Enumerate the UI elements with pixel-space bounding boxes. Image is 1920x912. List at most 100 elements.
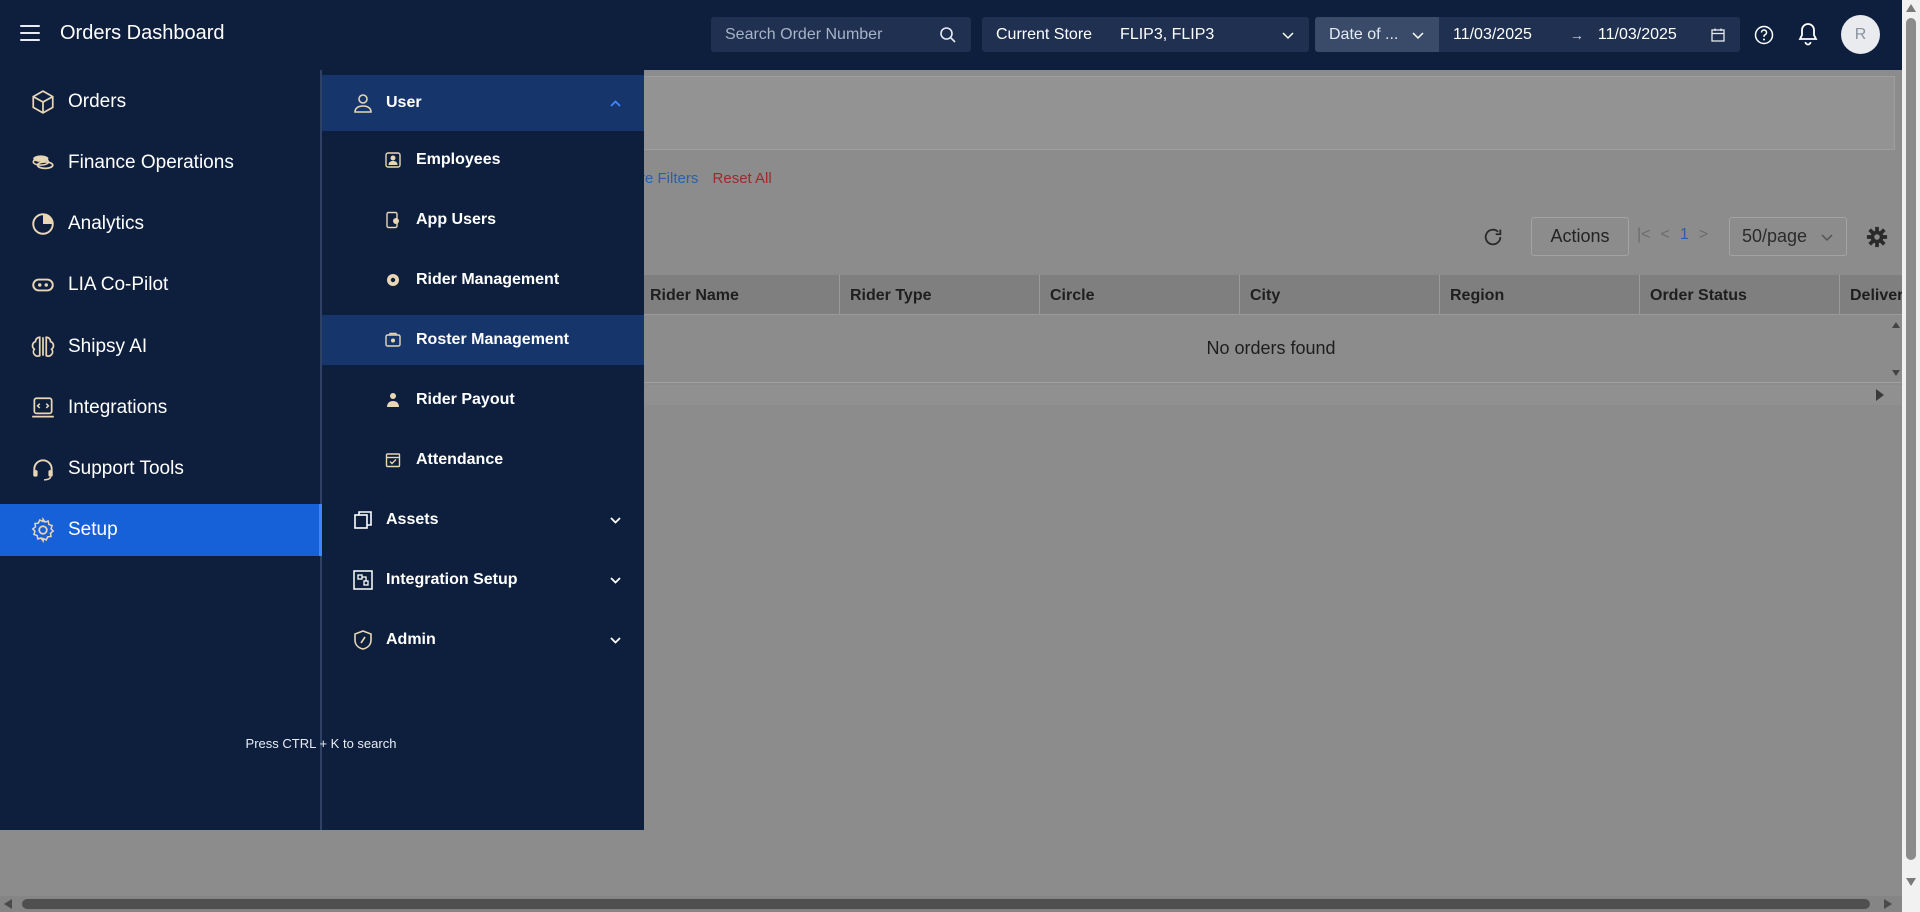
orders-table: Rider Name Rider Type Circle City Region… — [640, 275, 1902, 383]
sidebar: Orders Finance Operations Analytics LIA … — [0, 70, 322, 830]
table-scroll-up-icon[interactable] — [1892, 322, 1900, 328]
payout-icon — [387, 393, 399, 407]
submenu-group-user[interactable]: User — [322, 75, 644, 131]
submenu-group-label: Assets — [386, 511, 439, 528]
attendance-icon — [385, 453, 401, 468]
integration-icon — [32, 397, 54, 418]
date-to[interactable]: 11/03/2025 — [1598, 26, 1677, 44]
chevron-down-icon — [1821, 233, 1833, 241]
column-header[interactable]: Order Status — [1640, 275, 1840, 314]
app-users-icon — [386, 211, 399, 229]
submenu-item-rider-management[interactable]: Rider Management — [322, 255, 644, 305]
shield-icon — [354, 630, 372, 650]
store-select[interactable]: Current Store FLIP3, FLIP3 — [982, 17, 1309, 52]
submenu-group-label: Admin — [386, 631, 436, 648]
sidebar-item-setup[interactable]: Setup — [0, 504, 322, 556]
box-icon — [32, 90, 54, 114]
refresh-icon[interactable] — [1482, 226, 1504, 248]
chevron-down-icon — [610, 637, 621, 644]
prev-page-icon[interactable]: < — [1661, 226, 1670, 244]
sidebar-item-support-tools[interactable]: Support Tools — [0, 443, 320, 495]
submenu-item-rider-payout[interactable]: Rider Payout — [322, 375, 644, 425]
submenu-item-label: Rider Management — [416, 271, 560, 288]
sidebar-item-lia-copilot[interactable]: LIA Co-Pilot — [0, 259, 320, 311]
gear-icon — [31, 517, 55, 543]
scroll-up-icon[interactable] — [1906, 4, 1916, 12]
search-shortcut-hint: Press CTRL + K to search — [245, 736, 397, 751]
submenu-item-label: Roster Management — [416, 331, 569, 348]
search-input[interactable] — [725, 25, 930, 44]
table-scrollbar[interactable] — [640, 385, 1902, 405]
sidebar-item-shipsy-ai[interactable]: Shipsy AI — [0, 321, 320, 373]
submenu-item-attendance[interactable]: Attendance — [322, 435, 644, 485]
bell-icon[interactable] — [1796, 21, 1820, 47]
sidebar-item-label: Support Tools — [68, 458, 184, 479]
submenu-group-integration-setup[interactable]: Integration Setup — [322, 552, 644, 608]
submenu-item-app-users[interactable]: App Users — [322, 195, 644, 245]
column-header[interactable]: Rider Name — [640, 275, 840, 314]
scroll-right-icon[interactable] — [1876, 389, 1884, 401]
table-scroll-down-icon[interactable] — [1892, 370, 1900, 376]
date-type-select[interactable]: Date of ... — [1315, 17, 1439, 52]
column-header[interactable]: Deliver — [1840, 275, 1902, 314]
column-header[interactable]: Region — [1440, 275, 1640, 314]
employees-icon — [385, 152, 401, 168]
actions-button[interactable]: Actions — [1531, 217, 1629, 256]
scroll-left-icon[interactable] — [4, 899, 12, 909]
column-header[interactable]: City — [1240, 275, 1440, 314]
submenu-group-admin[interactable]: Admin — [322, 612, 644, 668]
column-header[interactable]: Rider Type — [840, 275, 1040, 314]
pie-chart-icon — [32, 213, 54, 235]
sidebar-item-orders[interactable]: Orders — [0, 76, 320, 128]
rider-icon — [387, 274, 399, 286]
sidebar-item-label: Shipsy AI — [68, 336, 148, 357]
top-header: Orders Dashboard Current Store FLIP3, FL… — [0, 0, 1902, 70]
help-icon[interactable] — [1754, 25, 1774, 45]
date-from[interactable]: 11/03/2025 — [1453, 26, 1532, 44]
submenu-item-roster-management[interactable]: Roster Management — [322, 315, 644, 365]
submenu-group-label: Integration Setup — [386, 571, 518, 588]
sidebar-item-label: Integrations — [68, 397, 168, 418]
column-header[interactable]: Circle — [1040, 275, 1240, 314]
sidebar-item-analytics[interactable]: Analytics — [0, 198, 320, 250]
store-label: Current Store — [996, 25, 1093, 43]
submenu-item-label: Employees — [416, 151, 501, 168]
calendar-icon[interactable] — [1710, 27, 1726, 43]
reset-all-link[interactable]: Reset All — [713, 170, 772, 187]
order-search[interactable] — [711, 17, 971, 52]
scroll-thumb[interactable] — [22, 899, 1870, 909]
sidebar-item-integrations[interactable]: Integrations — [0, 382, 320, 434]
table-settings-icon[interactable] — [1866, 226, 1888, 248]
sidebar-item-finance[interactable]: Finance Operations — [0, 137, 320, 189]
chevron-down-icon — [1412, 31, 1424, 39]
chevron-down-icon — [1282, 31, 1294, 39]
chevron-down-icon — [610, 517, 621, 524]
roster-icon — [385, 332, 401, 347]
menu-icon[interactable] — [20, 25, 40, 43]
headset-icon — [33, 459, 53, 481]
page-vertical-scrollbar[interactable] — [1902, 0, 1920, 912]
brain-icon — [31, 336, 55, 357]
sidebar-item-label: Orders — [68, 91, 127, 112]
submenu-group-label: User — [386, 94, 422, 111]
submenu-item-label: Rider Payout — [416, 391, 515, 408]
page-horizontal-scrollbar[interactable] — [0, 896, 1902, 912]
scroll-thumb[interactable] — [1906, 18, 1916, 860]
more-filters-link[interactable]: re Filters — [640, 170, 698, 187]
submenu-item-employees[interactable]: Employees — [322, 135, 644, 185]
search-icon[interactable] — [939, 26, 957, 44]
submenu-group-assets[interactable]: Assets — [322, 492, 644, 548]
scroll-right-icon[interactable] — [1884, 899, 1892, 909]
scroll-down-icon[interactable] — [1906, 878, 1916, 886]
submenu-item-label: App Users — [416, 211, 497, 228]
date-range-picker[interactable]: 11/03/2025 → 11/03/2025 — [1439, 17, 1740, 52]
empty-state: No orders found — [640, 315, 1902, 383]
filter-links: re Filters Reset All — [640, 170, 772, 187]
next-page-icon[interactable]: > — [1699, 226, 1708, 244]
user-icon — [354, 94, 372, 113]
current-page[interactable]: 1 — [1680, 226, 1689, 244]
first-page-icon[interactable]: |< — [1637, 226, 1651, 244]
per-page-select[interactable]: 50/page — [1729, 217, 1847, 256]
avatar[interactable]: R — [1841, 15, 1880, 54]
submenu-item-label: Attendance — [416, 451, 504, 468]
